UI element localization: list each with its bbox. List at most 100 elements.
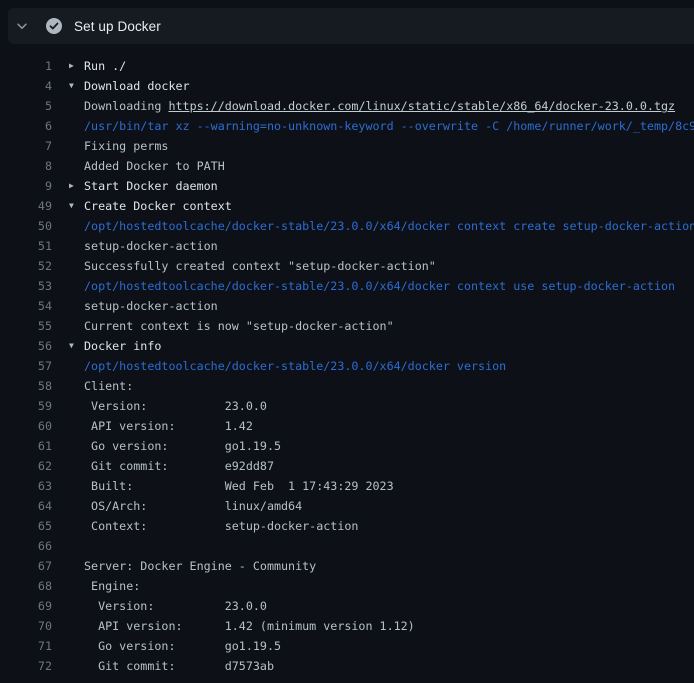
log-area: 1 ▶ Run ./ 4 ▼ Download docker 5 Downloading ht… — [0, 44, 694, 683]
log-text: Server: Docker Engine - Community — [84, 556, 694, 576]
log-line: 68 Engine: — [0, 576, 694, 596]
log-group-title: Create Docker context — [84, 196, 694, 216]
line-number[interactable]: 52 — [0, 256, 52, 276]
line-number[interactable]: 1 — [0, 56, 52, 76]
line-number[interactable]: 67 — [0, 556, 52, 576]
line-number[interactable]: 62 — [0, 456, 52, 476]
log-line: 57/opt/hostedtoolcache/docker-stable/23.… — [0, 356, 694, 376]
log-text: Client: — [84, 376, 694, 396]
log-line: 6/usr/bin/tar xz --warning=no-unknown-ke… — [0, 116, 694, 136]
log-text: Version: 23.0.0 — [84, 396, 694, 416]
log-text: API version: 1.42 (minimum version 1.12) — [84, 616, 694, 636]
log-line: 62 Git commit: e92dd87 — [0, 456, 694, 476]
log-line: 65 Context: setup-docker-action — [0, 516, 694, 536]
line-number[interactable]: 59 — [0, 396, 52, 416]
line-number[interactable]: 72 — [0, 656, 52, 676]
download-url-link[interactable]: https://download.docker.com/linux/static… — [168, 99, 675, 113]
line-number[interactable]: 55 — [0, 316, 52, 336]
log-line: 71 Go version: go1.19.5 — [0, 636, 694, 656]
log-group-header[interactable]: 9 ▶ Start Docker daemon — [0, 176, 694, 196]
log-text: Git commit: e92dd87 — [84, 456, 694, 476]
line-number[interactable]: 69 — [0, 596, 52, 616]
log-text: OS/Arch: linux/amd64 — [84, 496, 694, 516]
line-number[interactable]: 60 — [0, 416, 52, 436]
log-line: 72 Git commit: d7573ab — [0, 656, 694, 676]
log-group-header[interactable]: 56 ▼ Docker info — [0, 336, 694, 356]
log-line: 58 Client: — [0, 376, 694, 396]
log-line: 52 Successfully created context "setup-do… — [0, 256, 694, 276]
line-number[interactable]: 58 — [0, 376, 52, 396]
line-number[interactable]: 71 — [0, 636, 52, 656]
log-command-text: /usr/bin/tar xz --warning=no-unknown-key… — [84, 116, 694, 136]
log-group-header[interactable]: 1 ▶ Run ./ — [0, 56, 694, 76]
log-group-title: Start Docker daemon — [84, 176, 694, 196]
log-line: 8 Added Docker to PATH — [0, 156, 694, 176]
log-line: 53/opt/hostedtoolcache/docker-stable/23.… — [0, 276, 694, 296]
log-line: 66 — [0, 536, 694, 556]
log-line: 5 Downloading https://download.docker.com… — [0, 96, 694, 116]
line-number[interactable]: 68 — [0, 576, 52, 596]
log-line: 67 Server: Docker Engine - Community — [0, 556, 694, 576]
log-line: 63 Built: Wed Feb 1 17:43:29 2023 — [0, 476, 694, 496]
line-number[interactable]: 53 — [0, 276, 52, 296]
step-title: Set up Docker — [74, 19, 161, 34]
log-group-title: Run ./ — [84, 56, 694, 76]
line-number[interactable]: 65 — [0, 516, 52, 536]
line-number[interactable]: 61 — [0, 436, 52, 456]
line-number[interactable]: 8 — [0, 156, 52, 176]
log-text: API version: 1.42 — [84, 416, 694, 436]
log-text: Built: Wed Feb 1 17:43:29 2023 — [84, 476, 694, 496]
line-number[interactable]: 57 — [0, 356, 52, 376]
collapsed-arrow-icon[interactable]: ▶ — [69, 56, 74, 76]
log-text: setup-docker-action — [84, 236, 694, 256]
line-number[interactable]: 66 — [0, 536, 52, 556]
log-line: 55 Current context is now "setup-docker-a… — [0, 316, 694, 336]
log-line: 59 Version: 23.0.0 — [0, 396, 694, 416]
log-line: 61 Go version: go1.19.5 — [0, 436, 694, 456]
log-text: Context: setup-docker-action — [84, 516, 694, 536]
log-line: 7 Fixing perms — [0, 136, 694, 156]
log-group-header[interactable]: 49 ▼ Create Docker context — [0, 196, 694, 216]
log-text: Downloading — [84, 99, 168, 113]
line-number[interactable]: 7 — [0, 136, 52, 156]
expanded-arrow-icon[interactable]: ▼ — [69, 76, 74, 96]
log-text: Successfully created context "setup-dock… — [84, 256, 694, 276]
collapsed-arrow-icon[interactable]: ▶ — [69, 176, 74, 196]
chevron-down-icon[interactable] — [8, 19, 36, 33]
log-text: Version: 23.0.0 — [84, 596, 694, 616]
line-number[interactable]: 50 — [0, 216, 52, 236]
log-text: Engine: — [84, 576, 694, 596]
line-number[interactable]: 4 — [0, 76, 52, 96]
line-number[interactable]: 49 — [0, 196, 52, 216]
log-text: Downloading https://download.docker.com/… — [84, 96, 694, 116]
log-text: Added Docker to PATH — [84, 156, 694, 176]
line-number[interactable]: 5 — [0, 96, 52, 116]
log-text: Fixing perms — [84, 136, 694, 156]
log-text: setup-docker-action — [84, 296, 694, 316]
line-number[interactable]: 6 — [0, 116, 52, 136]
log-line: 70 API version: 1.42 (minimum version 1.… — [0, 616, 694, 636]
line-number[interactable]: 63 — [0, 476, 52, 496]
log-command-text: /opt/hostedtoolcache/docker-stable/23.0.… — [84, 216, 694, 236]
expanded-arrow-icon[interactable]: ▼ — [69, 196, 74, 216]
log-text: Current context is now "setup-docker-act… — [84, 316, 694, 336]
log-text: Git commit: d7573ab — [84, 656, 694, 676]
log-group-title: Download docker — [84, 76, 694, 96]
check-circle-icon — [46, 18, 62, 34]
log-line: 60 API version: 1.42 — [0, 416, 694, 436]
step-header[interactable]: Set up Docker — [8, 8, 694, 44]
log-line: 50/opt/hostedtoolcache/docker-stable/23.… — [0, 216, 694, 236]
log-line: 54 setup-docker-action — [0, 296, 694, 316]
log-text: Go version: go1.19.5 — [84, 636, 694, 656]
log-group-header[interactable]: 4 ▼ Download docker — [0, 76, 694, 96]
line-number[interactable]: 56 — [0, 336, 52, 356]
log-group-title: Docker info — [84, 336, 694, 356]
line-number[interactable]: 64 — [0, 496, 52, 516]
log-line: 51 setup-docker-action — [0, 236, 694, 256]
expanded-arrow-icon[interactable]: ▼ — [69, 336, 74, 356]
log-text: Go version: go1.19.5 — [84, 436, 694, 456]
line-number[interactable]: 54 — [0, 296, 52, 316]
line-number[interactable]: 51 — [0, 236, 52, 256]
line-number[interactable]: 70 — [0, 616, 52, 636]
line-number[interactable]: 9 — [0, 176, 52, 196]
